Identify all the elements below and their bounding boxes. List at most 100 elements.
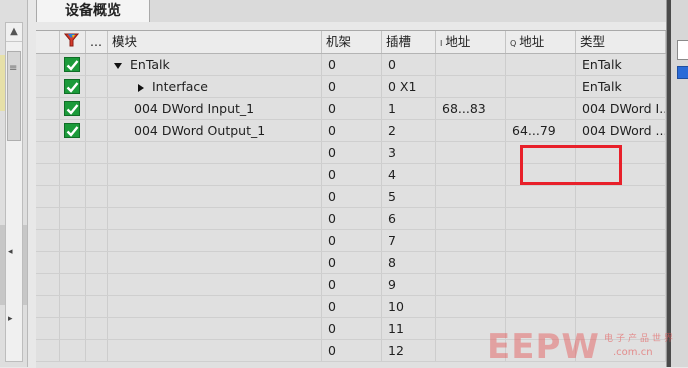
cell-rack[interactable]: 0: [322, 252, 382, 273]
table-row[interactable]: 05: [36, 186, 666, 208]
cell-slot[interactable]: 8: [382, 252, 436, 273]
panel-divider[interactable]: [667, 0, 671, 367]
cell-slot[interactable]: 10: [382, 296, 436, 317]
cell-rack[interactable]: 0: [322, 54, 382, 75]
table-row[interactable]: 0 10: [36, 296, 666, 318]
cell-type[interactable]: [576, 274, 666, 295]
cell-rack[interactable]: 0: [322, 340, 382, 361]
cell-type[interactable]: [576, 230, 666, 251]
cell-rack[interactable]: 0: [322, 142, 382, 163]
cell-q-address[interactable]: [506, 274, 576, 295]
cell-module[interactable]: [108, 274, 322, 295]
cell-q-address[interactable]: [506, 76, 576, 97]
cell-q-address[interactable]: [506, 296, 576, 317]
cell-rack[interactable]: 0: [322, 274, 382, 295]
cell-type[interactable]: [576, 186, 666, 207]
table-row[interactable]: 07: [36, 230, 666, 252]
cell-slot[interactable]: 7: [382, 230, 436, 251]
cell-module[interactable]: [108, 186, 322, 207]
cell-q-address[interactable]: 64...79: [506, 120, 576, 141]
header-q-address[interactable]: Q 地址: [506, 31, 576, 53]
cell-module[interactable]: [108, 296, 322, 317]
table-row[interactable]: 004 DWord Output_1 0 2 64...79 004 DWord ...: [36, 120, 666, 142]
table-row[interactable]: 004 DWord Input_1 0 1 68...83 004 DWord I...: [36, 98, 666, 120]
cell-rack[interactable]: 0: [322, 296, 382, 317]
cell-slot[interactable]: 11: [382, 318, 436, 339]
scroll-up-icon[interactable]: ▲: [6, 23, 22, 42]
cell-type[interactable]: [576, 208, 666, 229]
cell-module[interactable]: [108, 208, 322, 229]
cell-module[interactable]: [108, 164, 322, 185]
header-type[interactable]: 类型: [576, 31, 666, 53]
table-row[interactable]: 06: [36, 208, 666, 230]
cell-i-address[interactable]: [436, 252, 506, 273]
cell-i-address[interactable]: [436, 54, 506, 75]
cell-module[interactable]: 004 DWord Input_1: [108, 98, 322, 119]
panel-field[interactable]: [677, 40, 688, 60]
cell-rack[interactable]: 0: [322, 230, 382, 251]
cell-i-address[interactable]: [436, 142, 506, 163]
cell-slot[interactable]: 12: [382, 340, 436, 361]
table-row[interactable]: 08: [36, 252, 666, 274]
cell-slot[interactable]: 5: [382, 186, 436, 207]
cell-type[interactable]: 004 DWord I...: [576, 98, 666, 119]
cell-q-address[interactable]: [506, 186, 576, 207]
header-slot[interactable]: 插槽: [382, 31, 436, 53]
cell-i-address[interactable]: [436, 186, 506, 207]
cell-i-address[interactable]: [436, 296, 506, 317]
table-row[interactable]: Interface 0 0 X1 EnTalk: [36, 76, 666, 98]
cell-type[interactable]: EnTalk: [576, 76, 666, 97]
expand-arrow-icon[interactable]: [138, 83, 144, 92]
cell-slot[interactable]: 3: [382, 142, 436, 163]
cell-i-address[interactable]: [436, 230, 506, 251]
cell-slot[interactable]: 9: [382, 274, 436, 295]
cell-type[interactable]: 004 DWord ...: [576, 120, 666, 141]
cell-rack[interactable]: 0: [322, 164, 382, 185]
cell-slot[interactable]: 0: [382, 54, 436, 75]
cell-rack[interactable]: 0: [322, 208, 382, 229]
cell-slot[interactable]: 0 X1: [382, 76, 436, 97]
header-dots[interactable]: ...: [86, 31, 108, 53]
cell-q-address[interactable]: [506, 54, 576, 75]
cell-module[interactable]: 004 DWord Output_1: [108, 120, 322, 141]
cell-i-address[interactable]: [436, 274, 506, 295]
header-i-address[interactable]: I 地址: [436, 31, 506, 53]
vertical-scrollbar[interactable]: ▲ ≡ ◂ ▸: [5, 22, 23, 362]
cell-slot[interactable]: 2: [382, 120, 436, 141]
cell-i-address[interactable]: [436, 164, 506, 185]
filter-icon[interactable]: [60, 31, 86, 53]
cell-q-address[interactable]: [506, 252, 576, 273]
cell-type[interactable]: EnTalk: [576, 54, 666, 75]
cell-module[interactable]: [108, 230, 322, 251]
table-row[interactable]: EnTalk 0 0 EnTalk: [36, 54, 666, 76]
cell-module[interactable]: [108, 252, 322, 273]
cell-rack[interactable]: 0: [322, 98, 382, 119]
checkbox-icon[interactable]: [677, 66, 688, 79]
cell-q-address[interactable]: [506, 208, 576, 229]
cell-rack[interactable]: 0: [322, 318, 382, 339]
cell-rack[interactable]: 0: [322, 76, 382, 97]
cell-q-address[interactable]: [506, 98, 576, 119]
header-module[interactable]: 模块: [108, 31, 322, 53]
cell-slot[interactable]: 6: [382, 208, 436, 229]
cell-type[interactable]: [576, 252, 666, 273]
table-row[interactable]: 09: [36, 274, 666, 296]
cell-i-address[interactable]: [436, 76, 506, 97]
cell-rack[interactable]: 0: [322, 186, 382, 207]
cell-slot[interactable]: 4: [382, 164, 436, 185]
cell-slot[interactable]: 1: [382, 98, 436, 119]
cell-type[interactable]: [576, 296, 666, 317]
collapse-arrow-icon[interactable]: [114, 62, 122, 69]
cell-module[interactable]: Interface: [108, 76, 322, 97]
cell-i-address[interactable]: [436, 208, 506, 229]
cell-i-address[interactable]: [436, 120, 506, 141]
cell-i-address[interactable]: 68...83: [436, 98, 506, 119]
cell-module[interactable]: [108, 142, 322, 163]
tab-device-overview[interactable]: 设备概览: [36, 0, 150, 22]
cell-q-address[interactable]: [506, 230, 576, 251]
cell-module[interactable]: EnTalk: [108, 54, 322, 75]
header-rack[interactable]: 机架: [322, 31, 382, 53]
cell-module[interactable]: [108, 340, 322, 361]
cell-module[interactable]: [108, 318, 322, 339]
cell-rack[interactable]: 0: [322, 120, 382, 141]
